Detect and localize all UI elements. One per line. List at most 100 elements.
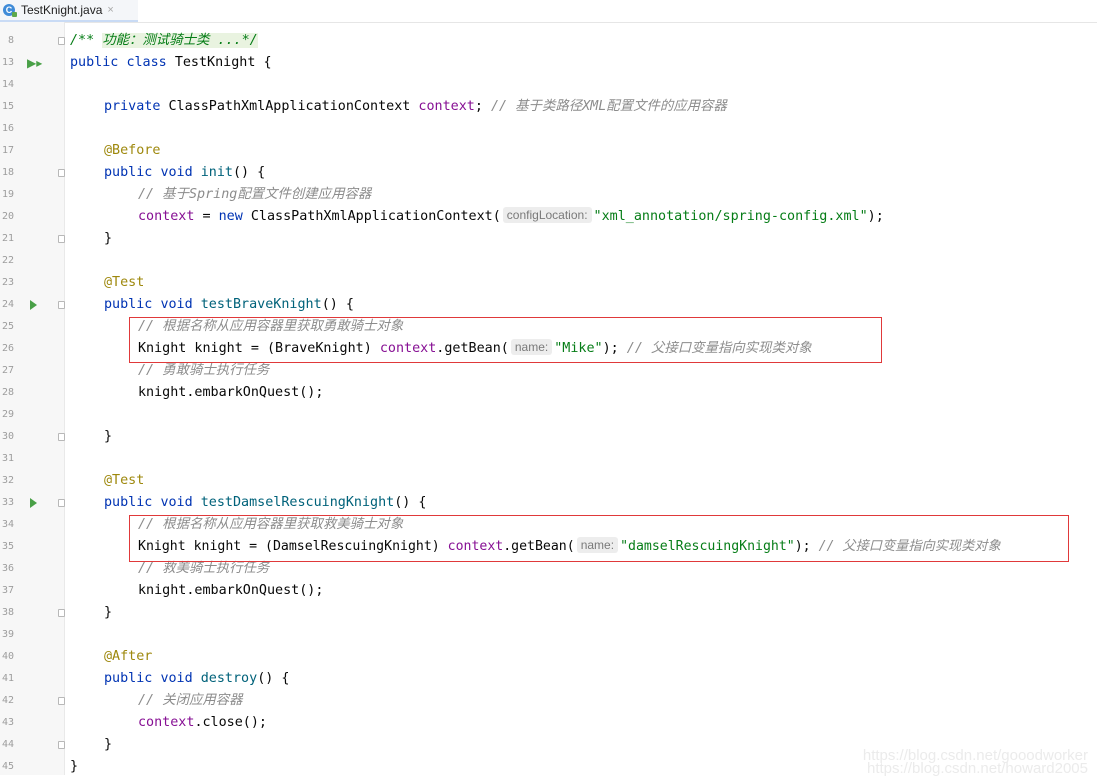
code-text: () { — [257, 671, 290, 686]
line-number: 26 — [1, 343, 14, 354]
code-line: context.close(); — [138, 712, 267, 734]
code-line: // 勇敢骑士执行任务 — [138, 360, 269, 382]
line-comment: // 基于类路径XML配置文件的应用容器 — [490, 99, 727, 114]
code-text: ClassPathXmlApplicationContext( — [242, 209, 501, 224]
keyword: class — [126, 55, 167, 70]
fold-icon[interactable] — [58, 30, 65, 52]
close-icon[interactable]: × — [107, 4, 113, 16]
parameter-hint: configLocation: — [502, 207, 592, 223]
annotation: @After — [104, 649, 153, 664]
code-text: } — [104, 737, 113, 752]
punct: ; — [474, 99, 483, 114]
code-line: public class TestKnight { — [70, 52, 272, 74]
code-line: public void init() { — [104, 162, 265, 184]
code-line: @Test — [104, 272, 144, 294]
code-line: context = new ClassPathXmlApplicationCon… — [138, 206, 884, 228]
code-text: knight.embarkOnQuest(); — [138, 385, 324, 400]
code-line: /** 功能：测试骑士类 ...*/ — [70, 30, 258, 52]
string-literal: "xml_annotation/spring-config.xml" — [593, 209, 868, 224]
line-number: 24 — [1, 299, 14, 310]
fold-icon[interactable] — [58, 294, 65, 316]
doc-comment: 功能：测试骑士类 ...*/ — [102, 33, 258, 48]
code-text: knight.embarkOnQuest(); — [138, 583, 324, 598]
line-number: 29 — [1, 409, 14, 420]
editor-gutter: 8 13 14 15 16 17 18 19 20 21 22 23 24 25… — [0, 22, 65, 775]
run-class-icon[interactable]: ▶▸ — [27, 52, 42, 74]
keyword: public — [104, 165, 153, 180]
line-number: 34 — [1, 519, 14, 530]
code-line: // 关闭应用容器 — [138, 690, 243, 712]
run-test-icon[interactable] — [30, 492, 37, 514]
code-line: private ClassPathXmlApplicationContext c… — [104, 96, 727, 118]
keyword: private — [104, 99, 161, 114]
java-class-icon: C — [3, 4, 17, 17]
code-text: } — [104, 231, 113, 246]
line-number: 28 — [1, 387, 14, 398]
line-number: 21 — [1, 233, 14, 244]
code-line: public void destroy() { — [104, 668, 289, 690]
line-number: 31 — [1, 453, 14, 464]
highlight-box-brave — [129, 317, 882, 363]
line-number: 25 — [1, 321, 14, 332]
line-number: 33 — [1, 497, 14, 508]
code-line: public void testDamselRescuingKnight() { — [104, 492, 426, 514]
tab-label: TestKnight.java — [21, 3, 103, 17]
line-number: 18 — [1, 167, 14, 178]
line-number: 38 — [1, 607, 14, 618]
fold-icon[interactable] — [58, 602, 65, 624]
class-name: TestKnight { — [174, 55, 272, 70]
field-name: context — [418, 99, 475, 114]
code-text: = — [194, 209, 219, 224]
line-number: 42 — [1, 695, 14, 706]
line-comment: // 关闭应用容器 — [138, 693, 243, 708]
code-line: // 基于Spring配置文件创建应用容器 — [138, 184, 371, 206]
code-line: } — [104, 426, 112, 448]
line-number: 39 — [1, 629, 14, 640]
code-line: @After — [104, 646, 152, 668]
line-number: 30 — [1, 431, 14, 442]
doc-comment-start: /** — [70, 33, 103, 48]
tab-testknight-java[interactable]: C TestKnight.java × — [0, 0, 138, 22]
annotation: @Test — [104, 473, 145, 488]
line-number: 40 — [1, 651, 14, 662]
keyword: public — [104, 297, 153, 312]
code-line: knight.embarkOnQuest(); — [138, 382, 323, 404]
line-number: 43 — [1, 717, 14, 728]
line-number: 22 — [1, 255, 14, 266]
keyword: void — [160, 671, 193, 686]
line-number: 23 — [1, 277, 14, 288]
fold-icon[interactable] — [58, 690, 65, 712]
type-name: ClassPathXmlApplicationContext — [168, 99, 411, 114]
code-line: knight.embarkOnQuest(); — [138, 580, 323, 602]
code-text: () { — [233, 165, 266, 180]
run-test-icon[interactable] — [30, 294, 37, 316]
code-text: () { — [321, 297, 354, 312]
code-line: @Before — [104, 140, 160, 162]
fold-icon[interactable] — [58, 426, 65, 448]
method-name: init — [200, 165, 233, 180]
keyword: public — [104, 495, 153, 510]
line-number: 16 — [1, 123, 14, 134]
annotation: @Before — [104, 143, 161, 158]
code-line: @Test — [104, 470, 144, 492]
line-number: 36 — [1, 563, 14, 574]
code-text: .close(); — [194, 715, 267, 730]
fold-icon[interactable] — [58, 162, 65, 184]
code-text: ); — [867, 209, 884, 224]
code-editor[interactable]: /** 功能：测试骑士类 ...*/ public class TestKnig… — [70, 22, 1097, 775]
watermark-line: https://blog.csdn.net/howard2005 — [867, 760, 1088, 777]
line-number: 27 — [1, 365, 14, 376]
line-number: 17 — [1, 145, 14, 156]
method-name: destroy — [200, 671, 258, 686]
keyword: public — [104, 671, 153, 686]
field-name: context — [138, 715, 195, 730]
code-line: public void testBraveKnight() { — [104, 294, 354, 316]
code-text: } — [104, 429, 113, 444]
fold-icon[interactable] — [58, 228, 65, 250]
fold-icon[interactable] — [58, 492, 65, 514]
fold-icon[interactable] — [58, 734, 65, 756]
line-number: 20 — [1, 211, 14, 222]
keyword: void — [160, 495, 193, 510]
line-number: 13 — [1, 57, 14, 68]
line-comment: // 勇敢骑士执行任务 — [138, 363, 270, 378]
